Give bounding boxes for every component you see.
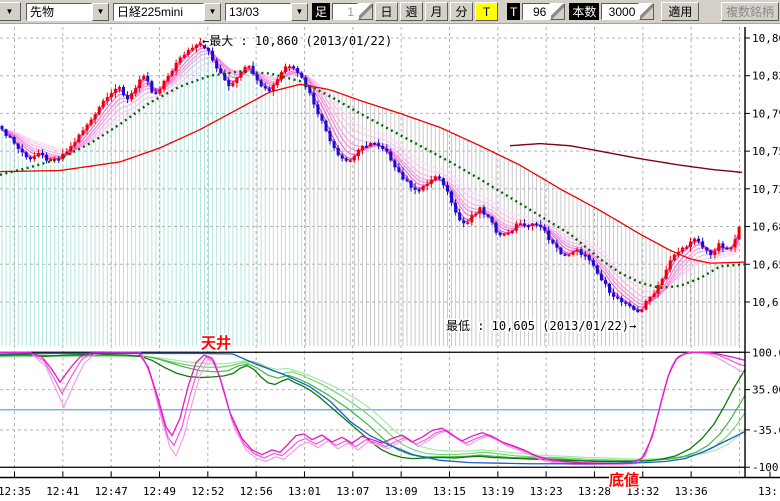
bar-type-label: 足	[312, 3, 330, 20]
rci-green-3	[0, 356, 745, 461]
svg-text:12:49: 12:49	[143, 485, 176, 498]
svg-text:←最大 : 10,860 (2013/01/22): ←最大 : 10,860 (2013/01/22)	[202, 34, 392, 48]
svg-text:12:41: 12:41	[46, 485, 79, 498]
chevron-down-icon[interactable]: ▼	[291, 3, 308, 21]
apply-button[interactable]: 適用	[661, 2, 699, 21]
svg-text:10,720: 10,720	[752, 183, 780, 196]
tick-bar-button[interactable]: T	[475, 2, 498, 21]
rci-green-1	[0, 355, 745, 462]
svg-text:10,790: 10,790	[752, 107, 780, 120]
interval-value: 1	[332, 3, 358, 20]
svg-text:35.00: 35.00	[752, 384, 780, 397]
svg-text:最低 : 10,605 (2013/01/22)→: 最低 : 10,605 (2013/01/22)→	[446, 319, 636, 333]
svg-text:10,825: 10,825	[752, 70, 780, 83]
minute-bar-button[interactable]: 分	[450, 2, 473, 21]
bar-count-label: 本数	[569, 3, 599, 20]
spinner-icon[interactable]	[550, 3, 565, 20]
svg-text:10,755: 10,755	[752, 145, 780, 158]
svg-text:12:47: 12:47	[95, 485, 128, 498]
svg-text:13:15: 13:15	[433, 485, 466, 498]
svg-text:13:09: 13:09	[385, 485, 418, 498]
bar-count-value: 3000	[601, 3, 639, 20]
symbol-value: 日経225mini	[113, 3, 204, 21]
contract-month-value: 13/03	[225, 3, 291, 21]
svg-text:13:: 13:	[758, 485, 778, 498]
svg-text:13:23: 13:23	[530, 485, 563, 498]
svg-text:13:01: 13:01	[288, 485, 321, 498]
ma-maroon	[510, 144, 742, 173]
svg-text:12:35: 12:35	[0, 485, 31, 498]
day-bar-button[interactable]: 日	[375, 2, 398, 21]
tick-count-value: 96	[522, 3, 550, 20]
rci-pink-3	[0, 352, 745, 465]
spinner-icon[interactable]	[358, 3, 373, 20]
rci-green-2	[0, 355, 745, 461]
tick-count-stepper[interactable]: 96	[522, 3, 565, 20]
rci-pink-1	[0, 352, 745, 463]
symbol-combo[interactable]: 日経225mini ▼	[113, 3, 221, 21]
svg-text:10,860: 10,860	[752, 32, 780, 45]
svg-text:10,615: 10,615	[752, 296, 780, 309]
svg-text:天井: 天井	[201, 334, 231, 352]
chevron-down-icon: ▼	[6, 7, 14, 16]
app-window: ▼ 先物 ▼ 日経225mini ▼ 13/03 ▼ 足 1 日 週 月 分 T…	[0, 0, 780, 501]
tick-size-label: T	[507, 3, 520, 20]
toolbar: ▼ 先物 ▼ 日経225mini ▼ 13/03 ▼ 足 1 日 週 月 分 T…	[0, 0, 780, 24]
svg-text:12:52: 12:52	[191, 485, 224, 498]
chevron-down-icon[interactable]: ▼	[92, 3, 109, 21]
month-bar-button[interactable]: 月	[425, 2, 448, 21]
svg-text:13:19: 13:19	[481, 485, 514, 498]
rci-pink-2	[0, 352, 745, 464]
svg-text:12:56: 12:56	[240, 485, 273, 498]
svg-text:13:36: 13:36	[675, 485, 708, 498]
svg-text:10,650: 10,650	[752, 258, 780, 271]
svg-text:-100.00: -100.00	[752, 461, 780, 474]
week-bar-button[interactable]: 週	[400, 2, 423, 21]
interval-stepper[interactable]: 1	[332, 3, 373, 20]
combo-arrow-partial[interactable]: ▼	[0, 2, 21, 21]
bar-count-stepper[interactable]: 3000	[601, 3, 654, 20]
osc-blue	[0, 353, 745, 463]
svg-text:底値: 底値	[609, 471, 639, 489]
price-chart-canvas[interactable]: 10,860 10,825 10,790 10,755 10,720 10,685 10,6…	[0, 0, 780, 501]
svg-text:10,685: 10,685	[752, 221, 780, 234]
svg-text:13:07: 13:07	[336, 485, 369, 498]
instrument-type-value: 先物	[26, 3, 92, 21]
spinner-icon[interactable]	[639, 3, 654, 20]
multi-symbol-button[interactable]: 複数銘柄	[721, 2, 779, 21]
svg-text:13:28: 13:28	[578, 485, 611, 498]
instrument-type-combo[interactable]: 先物 ▼	[26, 3, 109, 21]
contract-month-combo[interactable]: 13/03 ▼	[225, 3, 308, 21]
chevron-down-icon[interactable]: ▼	[204, 3, 221, 21]
svg-text:100.00: 100.00	[752, 346, 780, 359]
svg-text:-35.00: -35.00	[752, 424, 780, 437]
